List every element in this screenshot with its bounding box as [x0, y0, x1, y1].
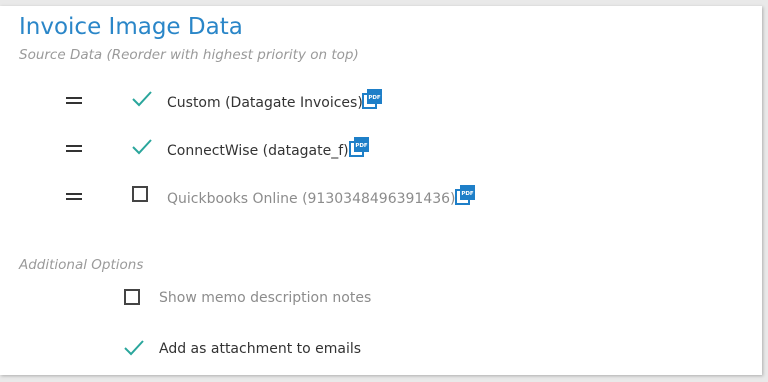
option-label: Show memo description notes [159, 290, 372, 306]
panel-subtitle: Source Data (Reorder with highest priori… [19, 47, 359, 63]
checkmark-icon [132, 139, 152, 155]
source-row: Quickbooks Online (9130348496391436) PDF [0, 182, 560, 216]
pdf-icon[interactable]: PDF [455, 185, 475, 205]
option-row: Add as attachment to emails [0, 336, 560, 370]
source-label: Quickbooks Online (9130348496391436) [167, 191, 456, 207]
invoice-image-data-panel: Invoice Image Data Source Data (Reorder … [0, 6, 762, 375]
pdf-icon-text: PDF [355, 143, 368, 149]
additional-options-heading: Additional Options [19, 257, 144, 273]
drag-handle-icon[interactable] [66, 145, 82, 152]
source-checkbox[interactable] [130, 137, 154, 157]
source-row: Custom (Datagate Invoices) PDF [0, 86, 560, 120]
memo-notes-checkbox[interactable] [124, 289, 140, 305]
option-row: Show memo description notes [0, 286, 560, 320]
pdf-icon[interactable]: PDF [362, 89, 382, 109]
checkmark-icon [132, 91, 152, 107]
panel-title: Invoice Image Data [19, 14, 243, 40]
option-label: Add as attachment to emails [159, 341, 362, 357]
pdf-icon[interactable]: PDF [349, 137, 369, 157]
pdf-icon-text: PDF [368, 95, 381, 101]
source-checkbox[interactable] [130, 89, 154, 109]
checkmark-icon [124, 340, 144, 356]
source-row: ConnectWise (datagate_f) PDF [0, 134, 560, 168]
attachment-checkbox[interactable] [122, 338, 146, 358]
source-checkbox[interactable] [132, 186, 148, 202]
pdf-icon-text: PDF [461, 191, 474, 197]
drag-handle-icon[interactable] [66, 97, 82, 104]
source-label: ConnectWise (datagate_f) [167, 143, 349, 159]
source-label: Custom (Datagate Invoices) [167, 95, 363, 111]
drag-handle-icon[interactable] [66, 193, 82, 200]
